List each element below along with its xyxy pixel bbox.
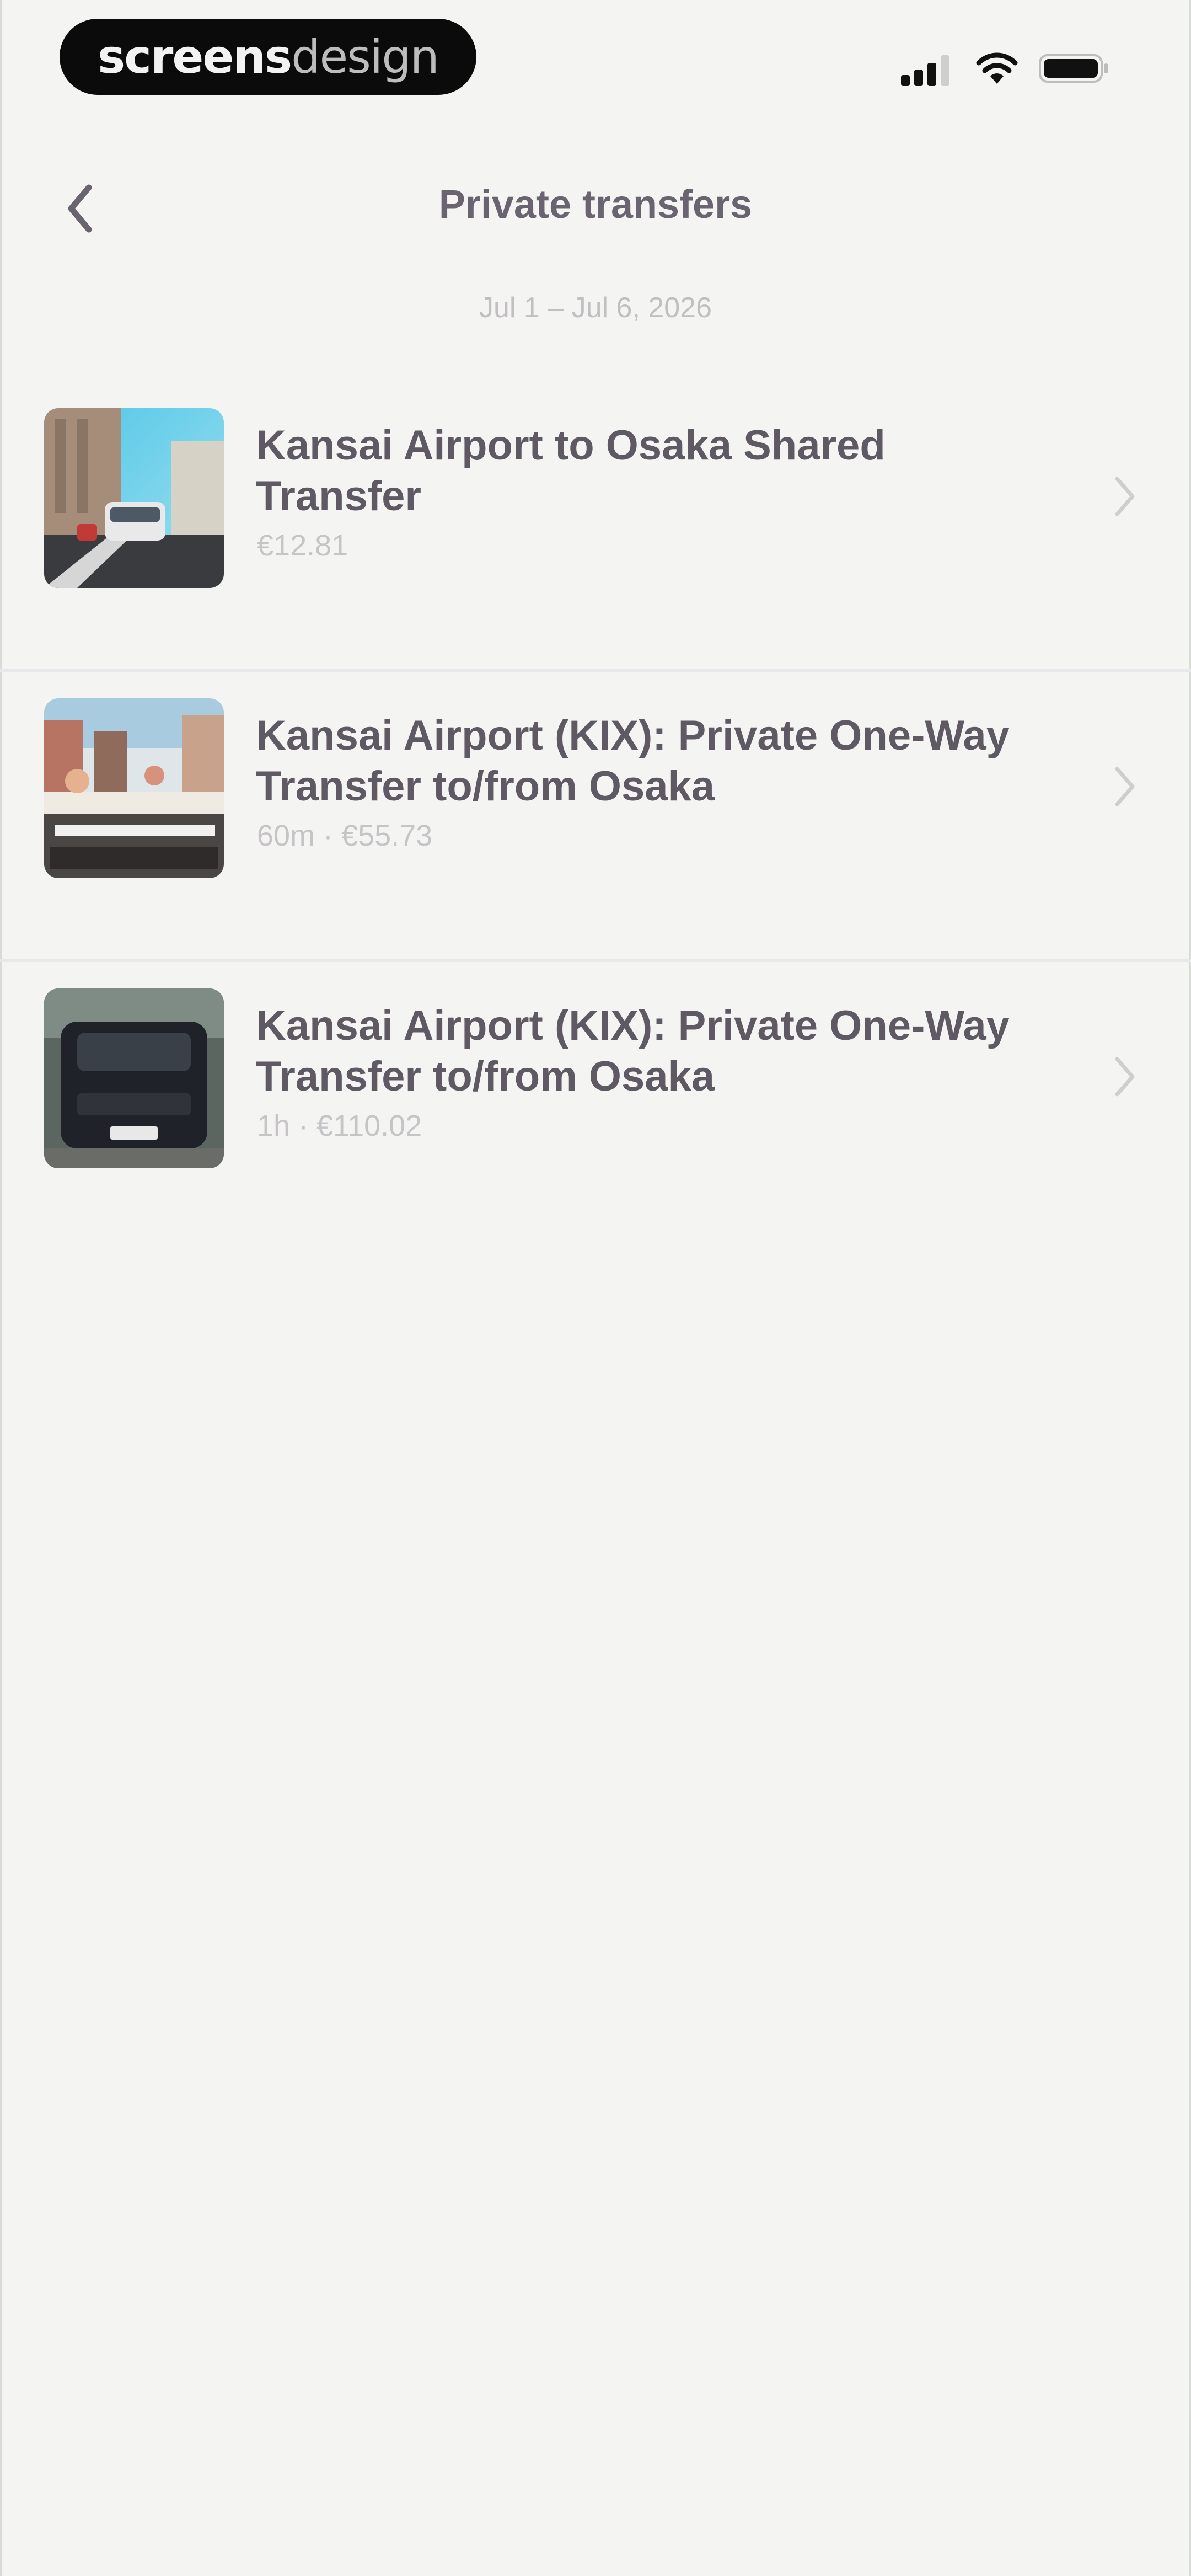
transfer-duration-price: 60m · €55.73	[257, 819, 433, 852]
transfer-title: Kansai Airport (KIX): Private One-Way Tr…	[256, 1002, 1010, 1100]
transfer-duration-price: 1h · €110.02	[257, 1109, 422, 1142]
transfer-thumbnail-image	[44, 698, 224, 878]
cellular-signal-icon	[901, 55, 949, 86]
battery-icon	[1039, 54, 1108, 83]
logo-light: design	[291, 30, 439, 84]
chevron-right-icon	[1115, 767, 1135, 806]
status-bar: screensdesign	[0, 0, 1191, 110]
transfer-thumbnail-image	[44, 408, 224, 588]
date-range: Jul 1 – Jul 6, 2026	[479, 292, 712, 324]
list-item[interactable]: Kansai Airport (KIX): Private One-Way Tr…	[0, 962, 1191, 1252]
logo-text: screensdesign	[98, 30, 439, 84]
logo-bold: screens	[98, 30, 292, 84]
chevron-right-icon	[1115, 477, 1135, 516]
list-item[interactable]: Kansai Airport to Osaka Shared Transfer …	[0, 382, 1191, 672]
transfer-thumbnail-image	[44, 988, 224, 1168]
wifi-icon	[976, 52, 1018, 84]
list-item[interactable]: Kansai Airport (KIX): Private One-Way Tr…	[0, 672, 1191, 962]
chevron-right-icon	[1115, 1057, 1135, 1097]
transfer-title: Kansai Airport (KIX): Private One-Way Tr…	[256, 712, 1010, 810]
transfer-list: Kansai Airport to Osaka Shared Transfer …	[0, 382, 1191, 1252]
transfer-price: €12.81	[257, 529, 348, 562]
page-title: Private transfers	[438, 183, 753, 227]
screensdesign-logo: screensdesign	[60, 19, 476, 95]
transfer-title: Kansai Airport to Osaka Shared Transfer	[256, 422, 886, 520]
